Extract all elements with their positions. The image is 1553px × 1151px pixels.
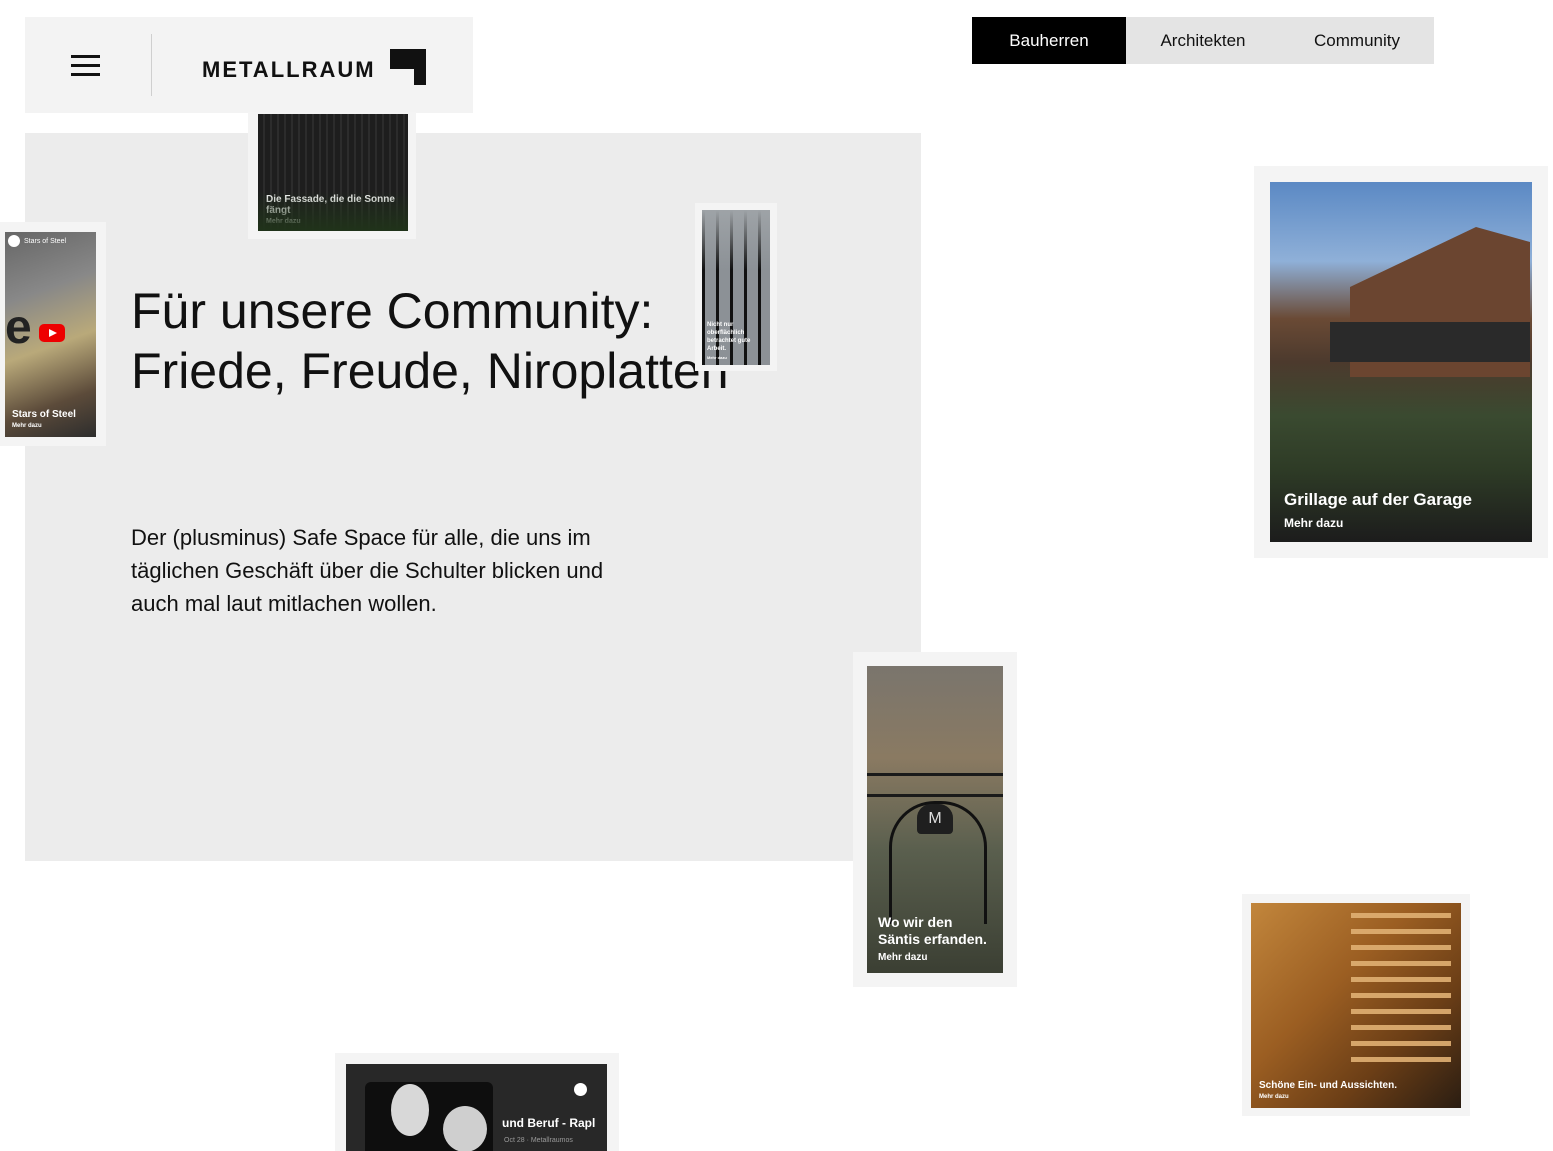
podcast-cover: [365, 1082, 493, 1151]
play-icon[interactable]: [39, 324, 65, 342]
card-stars-of-steel-video[interactable]: Stars of Steel e Stars of Steel Mehr daz…: [0, 222, 106, 446]
card-link[interactable]: Mehr dazu: [1284, 516, 1524, 530]
video-channel: Stars of Steel: [8, 235, 66, 247]
card-link[interactable]: Mehr dazu: [266, 218, 400, 225]
card-link[interactable]: Mehr dazu: [707, 355, 762, 360]
garage-terrace-image: Grillage auf der Garage Mehr dazu: [1270, 182, 1532, 542]
card-link[interactable]: Mehr dazu: [12, 423, 88, 429]
channel-avatar: [8, 235, 20, 247]
episode-meta: Oct 28 · Metallraumos: [504, 1137, 573, 1144]
menu-icon[interactable]: [71, 55, 101, 77]
tab-community[interactable]: Community: [1280, 17, 1434, 64]
spotify-icon[interactable]: [574, 1083, 587, 1096]
site-header: METALLRAUM: [25, 17, 473, 113]
logo-letter-graphic: e: [5, 301, 32, 354]
host-portrait: [391, 1084, 429, 1136]
card-title: Wo wir den Säntis erfanden.: [878, 914, 987, 947]
spotify-embed: und Beruf - Rapl Oct 28 · Metallraumos: [346, 1064, 607, 1151]
logo-icon[interactable]: [390, 49, 426, 85]
tab-architekten[interactable]: Architekten: [1126, 17, 1280, 64]
card-title: Nicht nur oberflächlich betrachtet gute …: [707, 322, 751, 352]
card-link[interactable]: Mehr dazu: [1259, 1094, 1453, 1100]
card-link[interactable]: Mehr dazu: [878, 952, 995, 963]
card-saentis[interactable]: M Wo wir den Säntis erfanden. Mehr dazu: [853, 652, 1017, 987]
staircase-image: Schöne Ein- und Aussichten. Mehr dazu: [1251, 903, 1461, 1108]
video-thumbnail: Stars of Steel e Stars of Steel Mehr daz…: [5, 232, 96, 437]
audience-nav: Bauherren Architekten Community: [972, 17, 1434, 64]
card-title: Grillage auf der Garage: [1284, 490, 1473, 509]
card-title: Stars of Steel: [12, 409, 76, 420]
rail-bar: [867, 773, 1003, 776]
episode-title: und Beruf - Rapl: [502, 1116, 596, 1130]
card-grillage[interactable]: Grillage auf der Garage Mehr dazu: [1254, 166, 1548, 558]
card-stairs[interactable]: Schöne Ein- und Aussichten. Mehr dazu: [1242, 894, 1470, 1116]
stairs-graphic: [1351, 913, 1451, 1063]
host-portrait: [443, 1106, 487, 1151]
page-title: Für unsere Community: Friede, Freude, Ni…: [131, 283, 729, 399]
monogram-icon: M: [917, 804, 953, 834]
card-title: Die Fassade, die die Sonne fängt: [266, 194, 395, 216]
hero-section: Für unsere Community: Friede, Freude, Ni…: [25, 133, 921, 861]
hero-description: Der (plusminus) Safe Space für alle, die…: [131, 525, 604, 616]
tab-bauherren[interactable]: Bauherren: [972, 17, 1126, 64]
card-railing[interactable]: Nicht nur oberflächlich betrachtet gute …: [695, 203, 777, 371]
card-title: Schöne Ein- und Aussichten.: [1259, 1080, 1397, 1091]
card-facade[interactable]: Die Fassade, die die Sonne fängt Mehr da…: [248, 112, 416, 239]
facade-image: Die Fassade, die die Sonne fängt Mehr da…: [258, 114, 408, 231]
card-podcast[interactable]: und Beruf - Rapl Oct 28 · Metallraumos: [335, 1053, 619, 1151]
railing-image: Nicht nur oberflächlich betrachtet gute …: [702, 210, 770, 365]
header-divider: [151, 34, 152, 96]
terrace-graphic: [1330, 322, 1530, 362]
gate-image: M Wo wir den Säntis erfanden. Mehr dazu: [867, 666, 1003, 973]
rail-bar: [867, 794, 1003, 797]
logo-text[interactable]: METALLRAUM: [202, 57, 376, 83]
channel-name: Stars of Steel: [24, 237, 67, 245]
